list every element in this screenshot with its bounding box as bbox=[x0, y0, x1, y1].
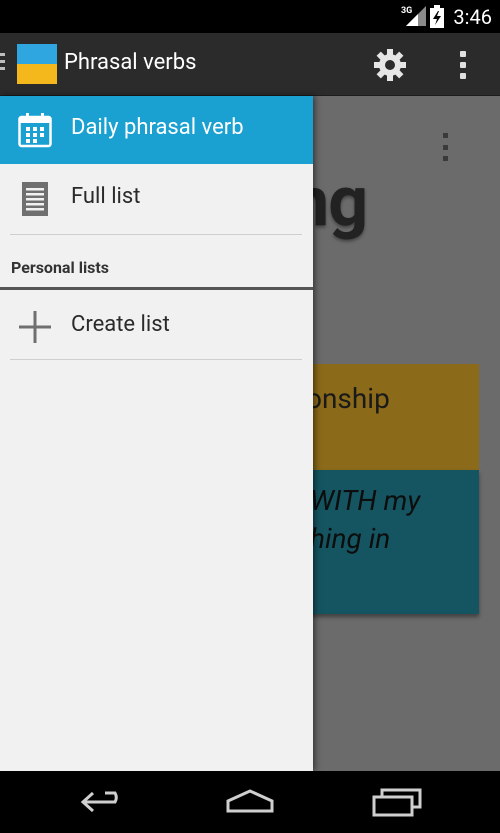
section-header-personal-lists: Personal lists bbox=[11, 258, 110, 277]
system-navigation-bar bbox=[0, 771, 500, 833]
drawer-item-create-list[interactable]: Create list bbox=[0, 293, 313, 361]
list-document-icon bbox=[22, 182, 48, 216]
gear-icon[interactable] bbox=[372, 47, 408, 83]
drawer-item-label: Create list bbox=[71, 312, 170, 337]
calendar-icon bbox=[18, 113, 52, 148]
clock-time: 3:46 bbox=[453, 5, 492, 29]
action-bar: Phrasal verbs bbox=[0, 33, 500, 96]
home-icon[interactable] bbox=[220, 785, 280, 819]
card-overflow-icon[interactable] bbox=[443, 133, 453, 161]
drawer-indicator-icon[interactable] bbox=[0, 53, 6, 75]
recent-apps-icon[interactable] bbox=[368, 785, 428, 819]
drawer-item-daily-phrasal-verb[interactable]: Daily phrasal verb bbox=[0, 96, 313, 164]
overflow-menu-icon[interactable] bbox=[452, 47, 474, 83]
status-bar: 3G 3:46 bbox=[0, 0, 500, 33]
app-icon[interactable] bbox=[17, 44, 57, 84]
divider bbox=[10, 359, 302, 360]
example-text-line-1: WITH my bbox=[310, 484, 421, 517]
battery-icon bbox=[430, 5, 444, 28]
meaning-text: onship bbox=[306, 382, 390, 415]
section-divider bbox=[0, 287, 313, 290]
navigation-drawer: Daily phrasal verb Full list Personal li… bbox=[0, 96, 313, 771]
plus-icon bbox=[19, 311, 51, 343]
example-text-line-2: hing in bbox=[310, 522, 391, 555]
signal-icon bbox=[406, 6, 426, 26]
drawer-item-full-list[interactable]: Full list bbox=[0, 165, 313, 233]
app-title: Phrasal verbs bbox=[64, 50, 197, 75]
divider bbox=[10, 234, 302, 235]
back-icon[interactable] bbox=[75, 785, 135, 819]
drawer-item-label: Full list bbox=[71, 184, 141, 209]
drawer-item-label: Daily phrasal verb bbox=[71, 115, 244, 140]
